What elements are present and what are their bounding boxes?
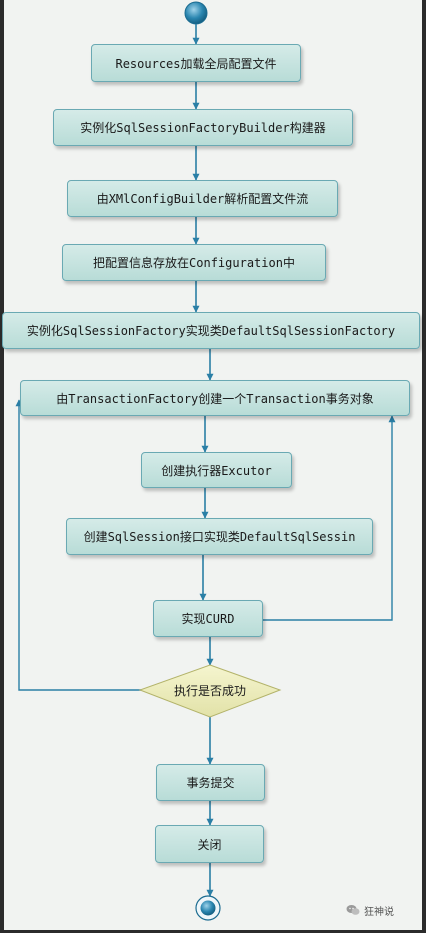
node-curd-label: 实现CURD — [181, 612, 235, 626]
node-create-executor-label: 创建执行器Excutor — [161, 463, 272, 478]
node-load-config[interactable]: Resources加载全局配置文件 — [91, 44, 301, 82]
node-create-executor[interactable]: 创建执行器Excutor — [141, 452, 292, 488]
node-commit-transaction[interactable]: 事务提交 — [156, 764, 265, 801]
flowchart-canvas: Resources加载全局配置文件 实例化SqlSessionFactoryBu… — [0, 0, 426, 933]
node-commit-transaction-label: 事务提交 — [186, 776, 235, 790]
node-build-factory-builder-label: 实例化SqlSessionFactoryBuilder构建器 — [80, 121, 326, 135]
watermark: 狂神说 — [346, 902, 394, 918]
wechat-icon — [346, 905, 360, 915]
node-create-sqlsession[interactable]: 创建SqlSession接口实现类DefaultSqlSessin — [66, 518, 373, 555]
node-build-factory-builder[interactable]: 实例化SqlSessionFactoryBuilder构建器 — [53, 109, 353, 146]
node-create-transaction[interactable]: 由TransactionFactory创建一个Transaction事务对象 — [20, 380, 410, 416]
node-close-label: 关闭 — [197, 837, 222, 852]
decision-label: 执行是否成功 — [173, 683, 246, 698]
node-store-configuration[interactable]: 把配置信息存放在Configuration中 — [62, 244, 326, 281]
node-store-configuration-label: 把配置信息存放在Configuration中 — [93, 256, 295, 270]
node-load-config-label: Resources加载全局配置文件 — [115, 56, 277, 71]
node-instantiate-session-factory[interactable]: 实例化SqlSessionFactory实现类DefaultSqlSession… — [2, 312, 420, 349]
node-curd[interactable]: 实现CURD — [153, 600, 263, 637]
end-node-inner — [200, 900, 216, 916]
node-parse-config-label: 由XMlConfigBuilder解析配置文件流 — [96, 192, 309, 206]
node-create-transaction-label: 由TransactionFactory创建一个Transaction事务对象 — [56, 391, 374, 406]
start-node — [184, 1, 208, 25]
watermark-text: 狂神说 — [364, 906, 394, 918]
node-close[interactable]: 关闭 — [155, 825, 264, 863]
node-instantiate-session-factory-label: 实例化SqlSessionFactory实现类DefaultSqlSession… — [26, 324, 396, 338]
node-create-sqlsession-label: 创建SqlSession接口实现类DefaultSqlSessin — [83, 530, 356, 544]
node-parse-config[interactable]: 由XMlConfigBuilder解析配置文件流 — [67, 180, 338, 217]
